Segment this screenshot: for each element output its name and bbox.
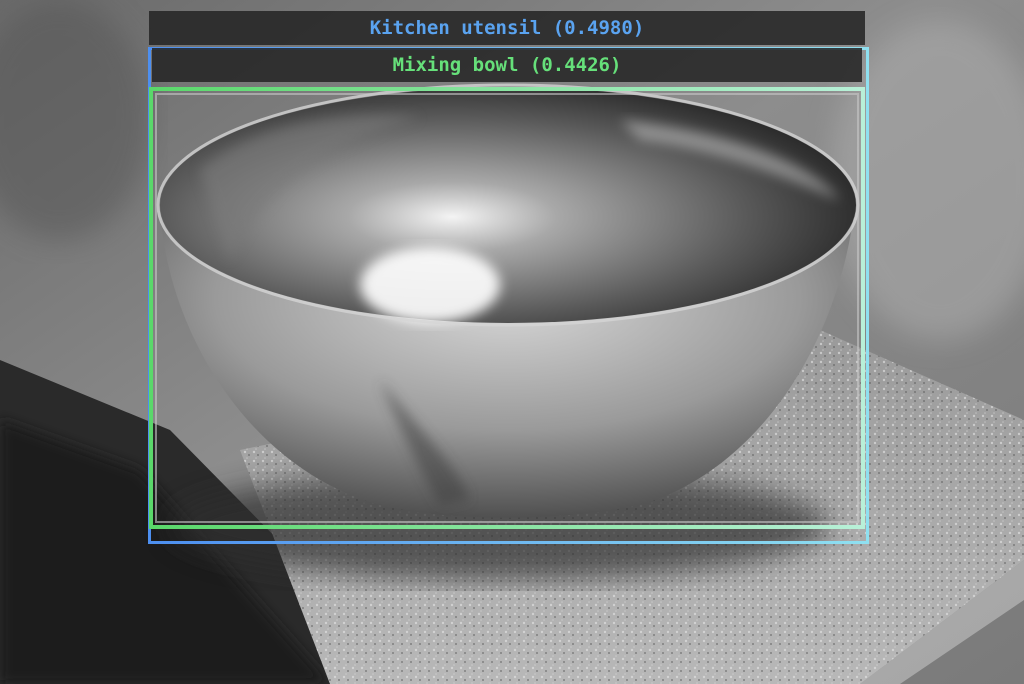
detection-viewer: Kitchen utensil (0.4980) Mixing bowl (0.… xyxy=(0,0,1024,684)
detection-label-kitchen-utensil: Kitchen utensil (0.4980) xyxy=(149,11,865,45)
detection-label-text: Mixing bowl (0.4426) xyxy=(392,54,622,76)
bounding-box-mixing-bowl-inner xyxy=(155,93,859,523)
detection-label-mixing-bowl: Mixing bowl (0.4426) xyxy=(152,48,862,82)
detection-label-text: Kitchen utensil (0.4980) xyxy=(369,17,645,39)
